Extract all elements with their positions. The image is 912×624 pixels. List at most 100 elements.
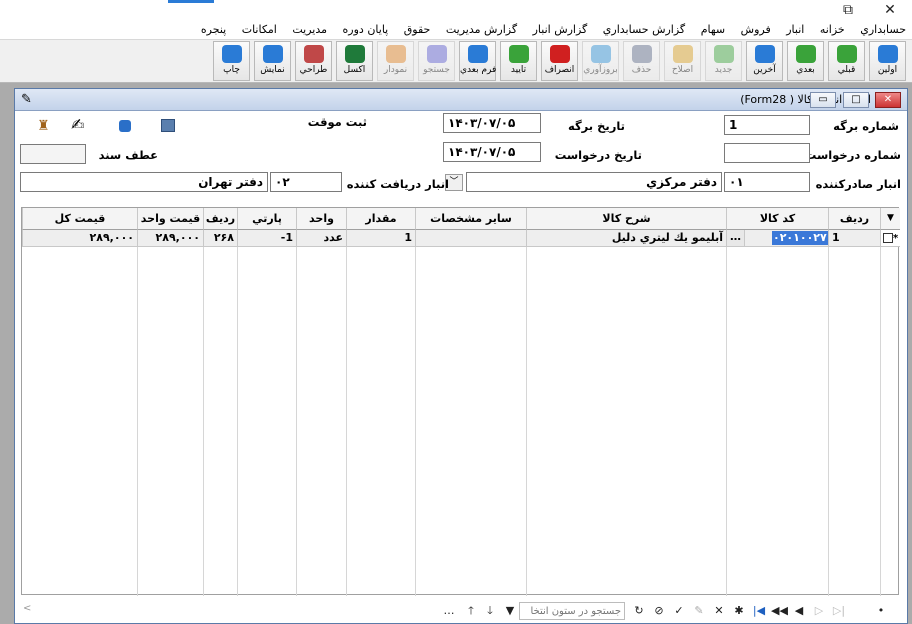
col-header-row2[interactable]: رديف <box>203 208 237 230</box>
col-line <box>296 247 297 596</box>
table-row-cell-description[interactable]: آبليمو يك ليتري دليل <box>526 230 726 247</box>
post-icon[interactable]: ✓ <box>671 603 687 619</box>
col-line <box>203 247 204 596</box>
request-date-field[interactable]: ۱۴۰۳/۰۷/۰۵ <box>443 142 541 162</box>
table-row-cell-row[interactable]: 1 <box>828 230 880 247</box>
toolbar-button-16[interactable]: چاپ <box>213 41 250 81</box>
last-record-icon[interactable]: ▷| <box>831 603 847 619</box>
table-row-cell-other-specs[interactable] <box>415 230 526 247</box>
toolbar-button-6[interactable]: حذف <box>623 41 660 81</box>
table-row-cell-party[interactable]: -1 <box>237 230 296 247</box>
menu-warehouse[interactable]: انبار <box>780 20 810 39</box>
minimize-window-button[interactable]: ▭ <box>810 92 836 108</box>
restore-window-icon[interactable]: ⧉ <box>834 0 862 20</box>
toolbar-button-13[interactable]: اكسل <box>336 41 373 81</box>
row-selector[interactable]: * <box>880 230 900 247</box>
code-lookup-button[interactable]: … <box>727 230 745 246</box>
menu-tools[interactable]: امكانات <box>236 20 283 39</box>
table-row-cell-total[interactable]: ۲۸۹,۰۰۰ <box>22 230 137 247</box>
stamp-icon[interactable]: ♜ <box>37 118 53 134</box>
signature-icon[interactable]: ✍ <box>71 115 93 137</box>
menu-window[interactable]: پنجره <box>195 20 232 39</box>
col-header-row[interactable]: رديف <box>828 208 880 230</box>
col-header-total[interactable]: قيمت كل <box>22 208 137 230</box>
table-row-cell-quantity[interactable]: 1 <box>346 230 415 247</box>
move-down-icon[interactable]: 🡓 <box>482 603 498 619</box>
excel-icon <box>344 45 365 63</box>
toolbar-button-2[interactable]: بعدي <box>787 41 824 81</box>
toolbar-button-12[interactable]: نمودار <box>377 41 414 81</box>
table-row-cell-code[interactable]: … ۰۲۰۱۰۰۲۷ <box>726 230 828 247</box>
grid-menu-chevron-icon[interactable]: ▼ <box>880 208 900 230</box>
insert-icon[interactable]: ✱ <box>731 603 747 619</box>
sheet-no-field[interactable]: 1 <box>724 115 810 135</box>
col-header-party[interactable]: پارتي <box>237 208 296 230</box>
toolbar-button-3[interactable]: آخرين <box>746 41 783 81</box>
col-line <box>828 247 829 596</box>
cancel-icon[interactable]: ⊘ <box>651 603 667 619</box>
receiver-name-field[interactable]: دفتر تهران <box>20 172 268 192</box>
prev-page-icon[interactable]: ◀◀ <box>771 603 788 619</box>
menu-accounting[interactable]: حسابداري <box>854 20 912 39</box>
scroll-left-icon[interactable]: < <box>23 603 31 614</box>
col-header-other-specs[interactable]: ساير مشخصات <box>415 208 526 230</box>
toolbar-button-15[interactable]: نمايش <box>254 41 291 81</box>
col-header-description[interactable]: شرح كالا <box>526 208 726 230</box>
printer-icon[interactable] <box>161 119 175 132</box>
col-line <box>137 247 138 596</box>
table-row-cell-row2[interactable]: ۲۶۸ <box>203 230 237 247</box>
col-header-unit-price[interactable]: قيمت واحد <box>137 208 203 230</box>
ref-doc-field[interactable] <box>20 144 86 164</box>
toolbar-button-8[interactable]: انصراف <box>541 41 578 81</box>
issuer-name-field[interactable]: دفتر مركزي <box>466 172 722 192</box>
column-search-input[interactable] <box>519 602 625 620</box>
move-up-icon[interactable]: 🡑 <box>463 603 479 619</box>
toolbar-button-label: چاپ <box>223 65 240 75</box>
col-header-quantity[interactable]: مقدار <box>346 208 415 230</box>
toolbar-button-1[interactable]: قبلي <box>828 41 865 81</box>
prev-record-icon[interactable]: ◀ <box>791 603 807 619</box>
edit-icon[interactable]: ✎ <box>691 603 707 619</box>
more-icon[interactable]: … <box>441 603 457 619</box>
delete-icon[interactable]: ✕ <box>711 603 727 619</box>
col-header-unit[interactable]: واحد <box>296 208 346 230</box>
toolbar-button-14[interactable]: طراحي <box>295 41 332 81</box>
toolbar-button-4[interactable]: جديد <box>705 41 742 81</box>
close-window-icon[interactable]: ✕ <box>876 0 904 20</box>
toolbar-button-11[interactable]: جستجو <box>418 41 455 81</box>
menu-management-report[interactable]: گزارش مديريت <box>440 20 523 39</box>
request-no-field[interactable] <box>724 143 810 163</box>
toolbar-button-label: اصلاح <box>671 65 694 75</box>
menu-accounting-report[interactable]: گزارش حسابداري <box>597 20 691 39</box>
filter-icon[interactable]: ▼ <box>502 603 518 619</box>
toolbar-button-9[interactable]: تاييد <box>500 41 537 81</box>
menu-management[interactable]: مديريت <box>286 20 333 39</box>
menu-treasury[interactable]: خزانه <box>814 20 851 39</box>
toolbar-button-0[interactable]: اولين <box>869 41 906 81</box>
close-child-window-button[interactable]: ✕ <box>875 92 901 108</box>
menu-shares[interactable]: سهام <box>695 20 731 39</box>
row-checkbox[interactable] <box>883 233 893 243</box>
settings-icon[interactable] <box>119 120 131 132</box>
menu-warehouse-report[interactable]: گزارش انبار <box>527 20 594 39</box>
menu-period-end[interactable]: پايان دوره <box>337 20 395 39</box>
code-cell-value[interactable]: ۰۲۰۱۰۰۲۷ <box>772 231 828 245</box>
table-row-cell-unit[interactable]: عدد <box>296 230 346 247</box>
first-record-icon[interactable]: |◀ <box>751 603 767 619</box>
toolbar-button-5[interactable]: اصلاح <box>664 41 701 81</box>
receiver-code-field[interactable]: ۰۲ <box>270 172 342 192</box>
refresh-icon[interactable]: ↻ <box>631 603 647 619</box>
sheet-date-field[interactable]: ۱۴۰۳/۰۷/۰۵ <box>443 113 541 133</box>
col-line <box>415 247 416 596</box>
menu-sales[interactable]: فروش <box>735 20 777 39</box>
printer-icon <box>221 45 242 63</box>
maximize-window-button[interactable]: □ <box>843 92 869 108</box>
col-header-code[interactable]: كد كالا <box>726 208 828 230</box>
receiver-label: انبار دريافت كننده <box>346 177 449 191</box>
menu-payroll[interactable]: حقوق <box>398 20 437 39</box>
toolbar-button-7[interactable]: بروزآوري <box>582 41 619 81</box>
issuer-code-field[interactable]: ۰۱ <box>724 172 810 192</box>
table-row-cell-unit-price[interactable]: ۲۸۹,۰۰۰ <box>137 230 203 247</box>
next-record-icon[interactable]: ▷ <box>811 603 827 619</box>
toolbar-button-10[interactable]: فرم بعدي <box>459 41 496 81</box>
